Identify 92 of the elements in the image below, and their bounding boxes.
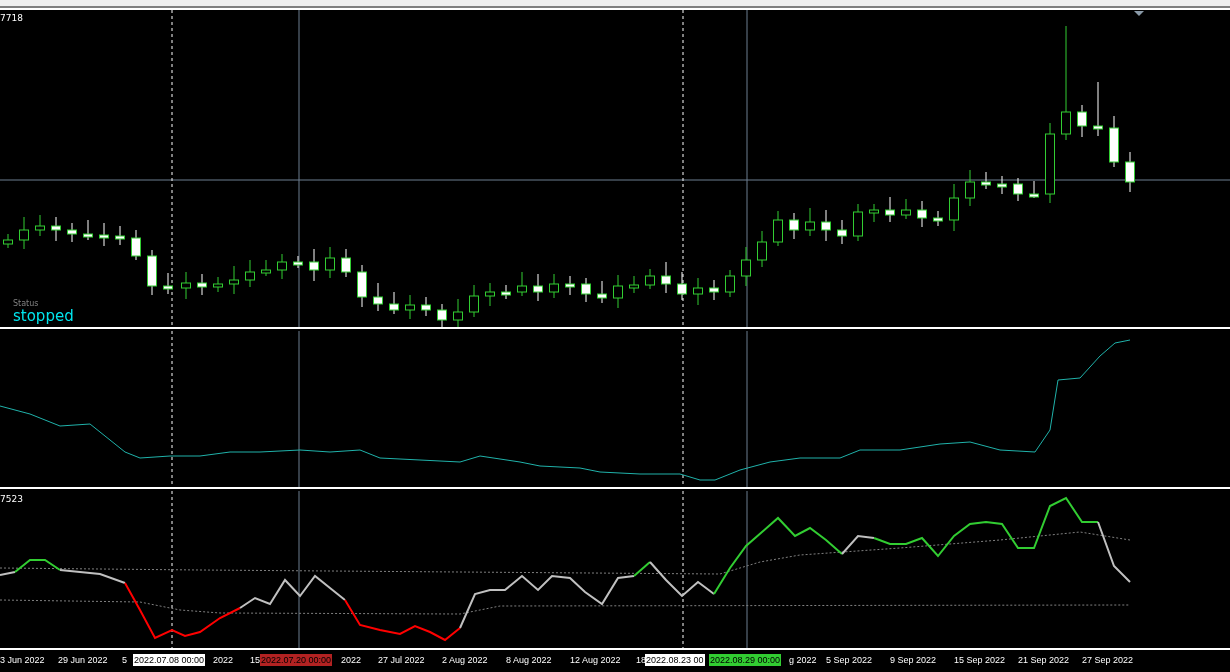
- candlestick: [853, 203, 863, 242]
- candlestick: [341, 248, 351, 278]
- candlestick: [147, 249, 157, 296]
- candlestick: [805, 207, 815, 237]
- candlestick: [99, 222, 109, 247]
- candlestick: [245, 259, 255, 288]
- candlestick: [725, 269, 735, 298]
- date-marker: 2022.07.08 00:00: [133, 654, 206, 666]
- date-marker: 2022.08.29 00:00: [709, 654, 782, 666]
- candlestick: [581, 277, 591, 303]
- candlestick: [789, 212, 799, 240]
- candlestick: [357, 264, 367, 308]
- candlestick: [981, 171, 991, 190]
- date-marker: 2022.08.23 00: [645, 654, 705, 666]
- date-label: 2022: [341, 654, 362, 666]
- candlestick: [773, 210, 783, 247]
- candlestick: [115, 225, 125, 246]
- candlestick: [1109, 115, 1119, 168]
- candlestick: [1077, 104, 1087, 138]
- candlestick: [501, 284, 511, 300]
- date-label: 15: [250, 654, 260, 666]
- candlestick: [1029, 180, 1039, 199]
- date-label: 15 Sep 2022: [954, 654, 1006, 666]
- date-label: g 2022: [789, 654, 817, 666]
- candlestick: [869, 203, 879, 223]
- triangle-icon: [1134, 11, 1144, 16]
- candlestick: [325, 246, 335, 279]
- candlestick: [261, 259, 271, 277]
- candlestick: [949, 183, 959, 232]
- candlestick: [693, 277, 703, 306]
- candlestick: [197, 273, 207, 296]
- candlestick: [35, 214, 45, 237]
- candlestick: [597, 280, 607, 304]
- candlestick: [565, 275, 575, 296]
- candlestick: [213, 276, 223, 293]
- candlestick: [661, 261, 671, 294]
- date-label: 9 Sep 2022: [890, 654, 937, 666]
- candlestick: [67, 222, 77, 243]
- candlestick: [885, 196, 895, 223]
- candlestick: [517, 271, 527, 297]
- candlestick: [629, 275, 639, 294]
- candlestick: [83, 219, 93, 241]
- candlestick: [837, 219, 847, 245]
- date-label: 2022: [213, 654, 234, 666]
- date-label: 3 Jun 2022: [0, 654, 45, 666]
- candlestick: [51, 216, 61, 242]
- date-label: 29 Jun 2022: [58, 654, 108, 666]
- candlestick: [533, 273, 543, 302]
- candlestick: [3, 233, 13, 249]
- candlestick: [997, 175, 1007, 195]
- candlestick: [757, 230, 767, 268]
- candlestick: [1013, 177, 1023, 202]
- candlestick: [469, 284, 479, 318]
- candlestick: [309, 248, 319, 282]
- value-label: 7523: [0, 494, 23, 504]
- candlestick: [645, 268, 655, 290]
- candlestick: [741, 246, 751, 287]
- candlestick: [549, 273, 559, 299]
- candlestick: [389, 291, 399, 315]
- date-marker: 2022.07.20 00:00: [260, 654, 333, 666]
- candlestick: [821, 209, 831, 242]
- candlestick: [181, 271, 191, 300]
- candlestick: [901, 198, 911, 220]
- candlestick: [1125, 151, 1135, 193]
- date-label: 21 Sep 2022: [1018, 654, 1070, 666]
- candlestick: [965, 169, 975, 207]
- date-label: 8 Aug 2022: [506, 654, 552, 666]
- candlestick: [933, 210, 943, 227]
- candlestick: [453, 298, 463, 327]
- candlestick: [405, 294, 415, 320]
- candlestick: [613, 274, 623, 309]
- candlestick: [277, 253, 287, 280]
- candlestick: [709, 279, 719, 301]
- candlestick: [131, 229, 141, 261]
- date-label: 5 Sep 2022: [826, 654, 873, 666]
- status-label: Status: [13, 299, 40, 308]
- date-label: 5: [122, 654, 127, 666]
- candlestick: [373, 282, 383, 312]
- candlestick: [19, 216, 29, 250]
- price-label: 7718: [0, 13, 23, 23]
- candlestick: [485, 282, 495, 307]
- candlestick: [229, 265, 239, 295]
- candlestick: [293, 255, 303, 269]
- date-label: 27 Jul 2022: [378, 654, 425, 666]
- candlestick: [917, 200, 927, 228]
- status-value: stopped: [13, 308, 74, 324]
- candlestick: [163, 272, 173, 295]
- date-label: 2 Aug 2022: [442, 654, 488, 666]
- candlestick: [1093, 81, 1103, 137]
- date-label: 12 Aug 2022: [570, 654, 621, 666]
- candlestick: [421, 296, 431, 317]
- date-label: 27 Sep 2022: [1082, 654, 1134, 666]
